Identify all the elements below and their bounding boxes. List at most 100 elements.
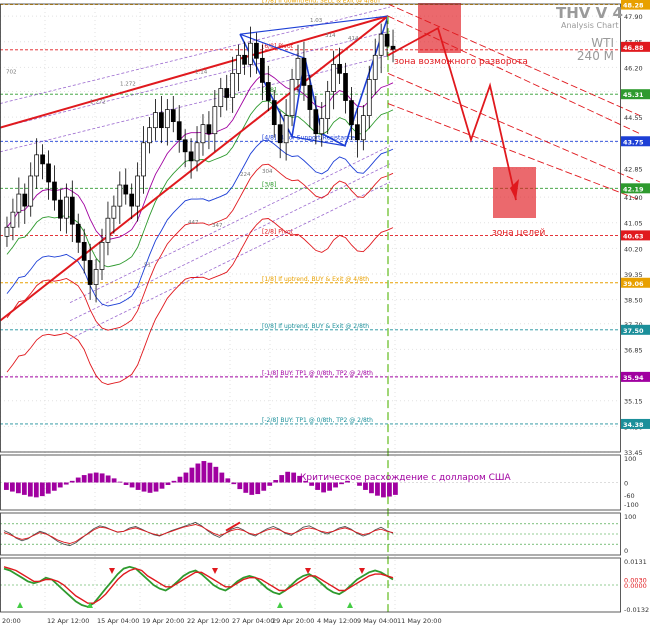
candle-body xyxy=(219,88,223,106)
hist-bar xyxy=(142,483,147,492)
hist-bar xyxy=(88,473,93,482)
candle-body xyxy=(320,119,324,134)
candle-body xyxy=(148,128,152,143)
x-tick-label: 29 Apr 20:00 xyxy=(272,617,314,625)
candle-body xyxy=(41,155,45,164)
brand-title: THV V 4 xyxy=(556,4,623,22)
hist-bar xyxy=(4,483,9,490)
candle-body xyxy=(94,269,98,284)
hist-bar xyxy=(100,473,105,482)
x-tick-label: 15 Apr 04:00 xyxy=(97,617,139,625)
hist-bar xyxy=(327,483,332,491)
candle-body xyxy=(130,194,134,206)
candle-body xyxy=(302,58,306,85)
hist-bar xyxy=(166,483,171,485)
pattern-ratio-label: 702 xyxy=(6,69,17,75)
candle-body xyxy=(379,34,383,55)
hist-bar xyxy=(321,483,326,493)
pattern-ratio-label: 1.03 xyxy=(310,18,323,24)
hist-y-tick: -60 xyxy=(624,492,635,500)
pattern-ratio-label: 347 xyxy=(212,223,223,229)
price-box-label: 39.06 xyxy=(623,280,644,288)
mm-level-label: [3/8] xyxy=(262,181,276,188)
hist-bar xyxy=(124,483,129,485)
x-tick-label: 20:00 xyxy=(2,617,21,625)
x-tick-label: 12 Apr 12:00 xyxy=(47,617,89,625)
hist-bar xyxy=(273,480,278,482)
hist-bar xyxy=(202,461,207,482)
candle-body xyxy=(290,79,294,115)
hist-bar xyxy=(40,483,45,497)
price-box-label: 35.94 xyxy=(623,374,644,382)
candle-body xyxy=(326,91,330,118)
price-box-label: 45.31 xyxy=(623,91,644,99)
hist-bar xyxy=(76,478,81,483)
hist-bar xyxy=(255,483,260,495)
signal-y-tick: 0.0000 xyxy=(624,582,647,590)
candle-body xyxy=(296,58,300,79)
hist-bar xyxy=(184,473,189,483)
candle-body xyxy=(349,101,353,125)
hist-bar xyxy=(172,481,177,483)
hist-bar xyxy=(249,483,254,495)
y-tick-label: 42.85 xyxy=(624,165,643,173)
y-tick-label: 47.90 xyxy=(624,13,643,21)
pattern-ratio-label: 414 xyxy=(348,36,359,42)
candle-body xyxy=(373,55,377,79)
osc-y-tick: 100 xyxy=(624,513,636,521)
candle-body xyxy=(58,200,62,218)
candle-body xyxy=(153,113,157,128)
pattern-ratio-label: 1.272 xyxy=(120,81,136,87)
candle-body xyxy=(23,194,27,206)
x-tick-label: 22 Apr 12:00 xyxy=(187,617,229,625)
candle-body xyxy=(213,107,217,134)
candle-body xyxy=(338,64,342,73)
y-tick-label: 46.20 xyxy=(624,64,643,72)
hist-bar xyxy=(279,475,284,482)
hist-bar xyxy=(363,483,368,490)
candle-body xyxy=(278,125,282,143)
hist-bar xyxy=(94,473,99,483)
hist-bar xyxy=(46,483,51,494)
hist-bar xyxy=(16,483,21,494)
candle-body xyxy=(136,176,140,206)
candle-body xyxy=(344,73,348,100)
hist-bar xyxy=(375,483,380,496)
x-tick-label: 9 May 04:00 xyxy=(357,617,397,625)
hist-y-tick: 0 xyxy=(624,480,628,488)
hist-bar xyxy=(190,468,195,483)
hist-bar xyxy=(333,483,338,488)
mm-level-label: [4/8] Major Support/Resistance xyxy=(262,134,355,141)
candle-body xyxy=(70,197,74,224)
candle-body xyxy=(231,73,235,97)
candle-body xyxy=(64,197,68,218)
hist-bar xyxy=(196,464,201,483)
candle-body xyxy=(266,82,270,100)
candle-body xyxy=(284,116,288,143)
candle-body xyxy=(243,55,247,64)
price-box-label: 43.75 xyxy=(623,138,644,146)
pattern-ratio-label: 1.272 xyxy=(90,100,106,106)
hist-bar xyxy=(315,483,320,490)
hist-bar xyxy=(82,475,87,482)
candle-body xyxy=(165,110,169,128)
candle-body xyxy=(112,206,116,218)
candle-body xyxy=(159,113,163,128)
hist-bar xyxy=(28,483,33,497)
candle-body xyxy=(5,227,9,236)
candle-body xyxy=(76,224,80,242)
signal-y-tick: -0.0132 xyxy=(624,606,649,614)
hist-bar xyxy=(291,473,296,483)
mm-level-label: [2/8] Pivot xyxy=(262,228,294,235)
hist-bar xyxy=(387,483,392,497)
hist-bar xyxy=(70,481,75,483)
hist-bar xyxy=(148,483,153,493)
price-box-label: 37.50 xyxy=(623,327,644,335)
candle-body xyxy=(52,182,56,200)
candle-body xyxy=(254,43,258,58)
candle-body xyxy=(248,43,252,64)
candle-body xyxy=(272,101,276,125)
hist-bar xyxy=(130,483,135,488)
candle-body xyxy=(189,152,193,161)
candle-body xyxy=(260,58,264,82)
